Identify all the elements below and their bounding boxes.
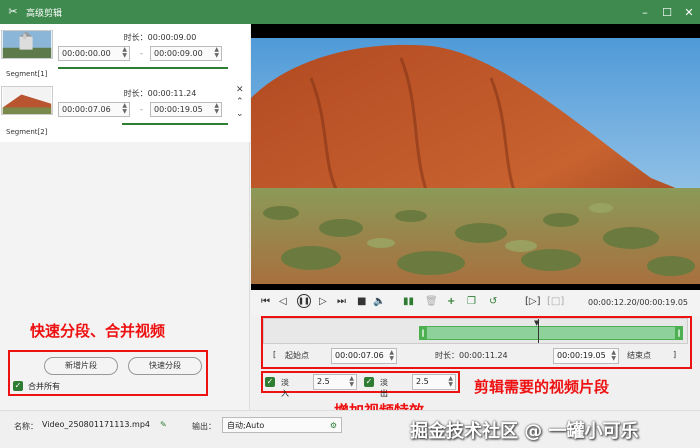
pause-icon[interactable]: ❚❚	[297, 294, 311, 308]
fade-in-checkbox[interactable]: ✓	[265, 377, 275, 387]
timeline-track[interactable]: ‖ ‖ ▼	[263, 318, 688, 344]
spinner-icon[interactable]: ▲ ▼	[214, 47, 219, 59]
spinner-icon[interactable]: ▲ ▼	[448, 376, 453, 388]
video-frame	[251, 38, 700, 284]
window-controls: – ☐ ✕	[634, 0, 700, 24]
timeline-selection[interactable]	[419, 326, 683, 340]
skip-end-icon[interactable]: ⏭	[337, 296, 346, 307]
range-row: [ 起始点 00:00:07.06 ▲ ▼ 时长：00:00:11.24 00:0…	[263, 346, 688, 366]
spinner-icon[interactable]: ▲ ▼	[122, 47, 127, 59]
fade-in-value: 2.5	[317, 377, 330, 386]
segment-thumbnail	[1, 86, 53, 115]
segment-panel: Segment[1] 时长：00:00:09.00 00:00:00.00 ▲ ▼…	[0, 24, 250, 410]
selection-start-handle[interactable]: ‖	[419, 326, 427, 340]
move-up-icon[interactable]: ⌃	[236, 97, 244, 107]
range-duration: 时长：00:00:11.24	[435, 351, 508, 360]
split-segment-icon[interactable]: ▮▮	[403, 296, 414, 307]
selection-end-handle[interactable]: ‖	[675, 326, 683, 340]
next-frame-icon[interactable]: ▷	[319, 296, 327, 307]
range-dash: -	[140, 49, 143, 58]
mark-in-icon[interactable]: [▷]	[525, 296, 541, 307]
spinner-icon[interactable]: ▲ ▼	[214, 103, 219, 115]
segment-duration: 时长：00:00:11.24	[123, 89, 197, 98]
maximize-icon[interactable]: ☐	[656, 0, 678, 24]
segment-start-value: 00:00:07.06	[62, 105, 111, 114]
start-point-input[interactable]: 00:00:07.06 ▲ ▼	[331, 348, 397, 364]
stop-icon[interactable]: ■	[357, 296, 366, 307]
add-icon[interactable]: +	[447, 296, 455, 307]
annotation-clip-segments: 剪辑需要的视频片段	[474, 378, 610, 396]
end-point-value: 00:00:19.05	[557, 351, 606, 360]
merge-all-label: 合并所有	[28, 382, 60, 391]
mark-out-icon[interactable]: [□]	[547, 296, 564, 307]
fade-in-input[interactable]: 2.5 ▲ ▼	[313, 374, 357, 390]
segment-end-value: 00:00:19.05	[154, 105, 203, 114]
close-icon[interactable]: ✕	[678, 0, 700, 24]
new-segment-button[interactable]: 新增片段	[44, 357, 118, 375]
end-point-input[interactable]: 00:00:19.05 ▲ ▼	[553, 348, 619, 364]
minimize-icon[interactable]: –	[634, 0, 656, 24]
spinner-icon[interactable]: ▲ ▼	[611, 350, 616, 362]
reset-icon[interactable]: ↺	[489, 296, 497, 307]
spinner-icon[interactable]: ▲ ▼	[349, 376, 354, 388]
spinner-icon[interactable]: ▲ ▼	[122, 103, 127, 115]
output-field[interactable]: 自动;Auto ⚙	[222, 417, 342, 433]
watermark-text: 掘金技术社区 @ 一罐小可乐	[410, 421, 639, 442]
playhead-marker-icon[interactable]: ▼	[534, 319, 539, 327]
start-point-button[interactable]: 起始点	[285, 350, 309, 361]
settings-gear-icon[interactable]: ⚙	[330, 418, 337, 434]
end-point-button[interactable]: 结束点	[627, 350, 651, 361]
segment-progress-bar	[122, 123, 228, 125]
fade-in-label: 淡入	[281, 378, 289, 398]
start-bracket-icon[interactable]: [	[273, 350, 276, 359]
video-preview[interactable]	[251, 24, 700, 290]
app-logo-icon: ✂	[8, 5, 18, 18]
edit-name-icon[interactable]: ✎	[160, 420, 167, 429]
segment-end-input[interactable]: 00:00:09.00 ▲ ▼	[150, 46, 222, 61]
annotation-split-merge: 快速分段、合并视频	[30, 322, 166, 340]
segment-item[interactable]: Segment[1] 时长：00:00:09.00 00:00:00.00 ▲ ▼…	[0, 26, 250, 84]
end-bracket-icon[interactable]: ]	[673, 350, 676, 359]
segment-end-input[interactable]: 00:00:19.05 ▲ ▼	[150, 102, 222, 117]
window-title: 高级剪辑	[26, 8, 63, 19]
segment-start-input[interactable]: 00:00:00.00 ▲ ▼	[58, 46, 130, 61]
segment-thumbnail	[1, 30, 53, 59]
prev-frame-icon[interactable]: ◁	[279, 296, 287, 307]
output-value: 自动;Auto	[227, 421, 265, 430]
segment-label: Segment[2]	[6, 128, 48, 136]
segment-end-value: 00:00:09.00	[154, 49, 203, 58]
bottom-bar: 名称： Video_250801171113.mp4 ✎ 输出： 自动;Auto…	[0, 410, 700, 448]
title-bar: ✂ 高级剪辑 – ☐ ✕	[0, 0, 700, 24]
segment-start-input[interactable]: 00:00:07.06 ▲ ▼	[58, 102, 130, 117]
quick-split-button[interactable]: 快速分段	[128, 357, 202, 375]
segment-start-value: 00:00:00.00	[62, 49, 111, 58]
output-label: 输出：	[192, 422, 216, 431]
start-point-value: 00:00:07.06	[335, 351, 384, 360]
segment-progress-bar	[58, 67, 228, 69]
fade-out-input[interactable]: 2.5 ▲ ▼	[412, 374, 456, 390]
copy-icon[interactable]: ❐	[467, 296, 476, 307]
fade-out-label: 淡出	[380, 378, 388, 398]
name-label: 名称：	[14, 422, 38, 431]
move-down-icon[interactable]: ⌄	[236, 109, 244, 119]
spinner-icon[interactable]: ▲ ▼	[389, 350, 394, 362]
delete-segment-icon[interactable]: ✕	[236, 85, 244, 95]
volume-icon[interactable]: 🔈	[373, 296, 385, 307]
fade-out-value: 2.5	[416, 377, 429, 386]
delete-icon[interactable]: 🗑	[425, 296, 438, 307]
segment-label: Segment[1]	[6, 70, 48, 78]
player-controls: ⏮ ◁ ❚❚ ▷ ⏭ ■ 🔈 ▮▮ 🗑 + ❐ ↺ [▷] [□] 00:00:…	[251, 290, 700, 316]
segment-list: Segment[1] 时长：00:00:09.00 00:00:00.00 ▲ ▼…	[0, 24, 250, 142]
segment-duration: 时长：00:00:09.00	[123, 33, 197, 42]
file-name: Video_250801171113.mp4	[42, 420, 150, 429]
fade-out-checkbox[interactable]: ✓	[364, 377, 374, 387]
range-dash: -	[140, 105, 143, 114]
segment-item[interactable]: Segment[2] 时长：00:00:11.24 00:00:07.06 ▲ ▼…	[0, 84, 250, 142]
skip-start-icon[interactable]: ⏮	[261, 296, 270, 307]
merge-all-checkbox[interactable]: ✓	[13, 381, 23, 391]
time-readout: 00:00:12.20/00:00:19.05	[588, 298, 688, 307]
